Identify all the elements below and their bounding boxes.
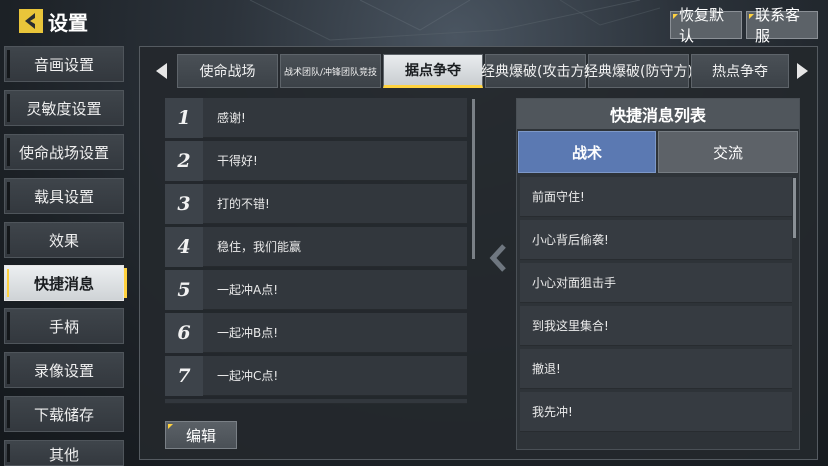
sidebar-item-label: 录像设置 (33, 361, 94, 380)
sidebar-item-other[interactable]: 其他 (4, 440, 124, 466)
quick-list-tab-label: 战术 (571, 143, 602, 162)
tab-label: 据点争夺 (405, 63, 461, 79)
tab-domination[interactable]: 据点争夺 (383, 54, 483, 88)
message-slot[interactable]: 5 一起冲A点! (165, 269, 467, 310)
slot-text: 干得好! (217, 154, 258, 168)
quick-list-title: 快捷消息列表 (517, 99, 799, 129)
slot-text: 一起冲B点! (217, 326, 279, 340)
tab-left-arrow-icon[interactable] (155, 63, 169, 79)
sidebar-item-label: 使命战场设置 (18, 143, 109, 162)
tab-label: 战术团队/冲锋团队竞技 (283, 67, 378, 78)
tab-sd-defend[interactable]: 经典爆破(防守方) (584, 54, 693, 88)
edit-button[interactable]: 编辑 (165, 421, 237, 449)
message-slot-partial (165, 399, 467, 404)
sidebar-item-effects[interactable]: 效果 (4, 222, 124, 258)
slot-number: 2 (165, 140, 203, 181)
sidebar-item-label: 其他 (48, 446, 79, 464)
quick-list-item[interactable]: 小心对面狙击手 (520, 263, 792, 303)
message-slot[interactable]: 7 一起冲C点! (165, 355, 467, 396)
slot-number: 5 (165, 269, 203, 310)
sidebar-item-label: 灵敏度设置 (26, 99, 102, 118)
message-list-scrollbar[interactable] (472, 99, 475, 259)
contact-support-label: 联系客服 (755, 6, 801, 45)
restore-defaults-button[interactable]: 恢复默认 (670, 6, 742, 45)
message-slot[interactable]: 3 打的不错! (165, 183, 467, 224)
quick-list-item[interactable]: 撤退! (520, 349, 792, 389)
sidebar-item-label: 载具设置 (33, 187, 94, 206)
contact-support-button[interactable]: 联系客服 (746, 6, 818, 45)
slot-text: 一起冲A点! (217, 283, 279, 297)
message-slot[interactable]: 4 稳住，我们能赢 (165, 226, 467, 267)
sidebar-item-battlefield[interactable]: 使命战场设置 (4, 134, 124, 170)
message-slot[interactable]: 1 感谢! (165, 97, 467, 138)
tab-label: 热点争夺 (712, 64, 768, 80)
quick-list-scrollbar[interactable] (793, 178, 796, 238)
slot-number: 7 (165, 355, 203, 396)
tab-right-arrow-icon[interactable] (795, 63, 809, 79)
slot-number: 4 (165, 226, 203, 267)
quick-list-item[interactable]: 到我这里集合! (520, 306, 792, 346)
quick-list-item[interactable]: 小心背后偷袭! (520, 220, 792, 260)
slot-number: 1 (165, 97, 203, 138)
tab-hardpoint[interactable]: 热点争夺 (691, 54, 789, 88)
tab-label: 经典爆破(攻击方) (481, 64, 590, 80)
edit-label: 编辑 (185, 426, 216, 445)
sidebar-item-label: 快捷消息 (33, 274, 94, 293)
sidebar-item-label: 音画设置 (33, 55, 94, 74)
back-arrow-icon (19, 9, 43, 33)
slot-number: 3 (165, 183, 203, 224)
quick-list-tab-label: 交流 (712, 143, 743, 162)
quick-list-tab-tactics[interactable]: 战术 (518, 131, 656, 173)
message-slot[interactable]: 6 一起冲B点! (165, 312, 467, 353)
slot-text: 感谢! (217, 111, 246, 125)
slot-text: 一起冲C点! (217, 369, 279, 383)
slot-text: 稳住，我们能赢 (217, 240, 302, 254)
sidebar-item-download-storage[interactable]: 下载储存 (4, 396, 124, 432)
restore-defaults-label: 恢复默认 (679, 6, 725, 45)
tab-label: 经典爆破(防守方) (584, 64, 693, 80)
tab-sd-attack[interactable]: 经典爆破(攻击方) (481, 54, 590, 88)
quick-list-item[interactable]: 我先冲! (520, 392, 792, 432)
slot-text: 打的不错! (217, 197, 270, 211)
tab-team-deathmatch[interactable]: 战术团队/冲锋团队竞技 (280, 54, 381, 88)
sidebar-item-quick-messages[interactable]: 快捷消息 (4, 265, 127, 301)
sidebar-item-audio-video[interactable]: 音画设置 (4, 46, 124, 82)
tab-battlefield[interactable]: 使命战场 (177, 54, 278, 88)
sidebar-item-label: 手柄 (48, 317, 79, 336)
transfer-arrow-icon (489, 244, 506, 272)
slot-number: 6 (165, 312, 203, 353)
sidebar-item-label: 下载储存 (33, 405, 94, 424)
sidebar-item-sensitivity[interactable]: 灵敏度设置 (4, 90, 124, 126)
sidebar-item-controller[interactable]: 手柄 (4, 308, 124, 344)
quick-list-item[interactable]: 前面守住! (520, 177, 792, 217)
message-slot[interactable]: 2 干得好! (165, 140, 467, 181)
back-button[interactable] (18, 8, 44, 34)
quick-list-tab-chat[interactable]: 交流 (658, 131, 798, 173)
sidebar-item-vehicle[interactable]: 载具设置 (4, 178, 124, 214)
sidebar-item-recording[interactable]: 录像设置 (4, 352, 124, 388)
page-title: 设置 (48, 11, 88, 35)
tab-label: 使命战场 (199, 64, 256, 80)
sidebar-item-label: 效果 (48, 231, 79, 250)
